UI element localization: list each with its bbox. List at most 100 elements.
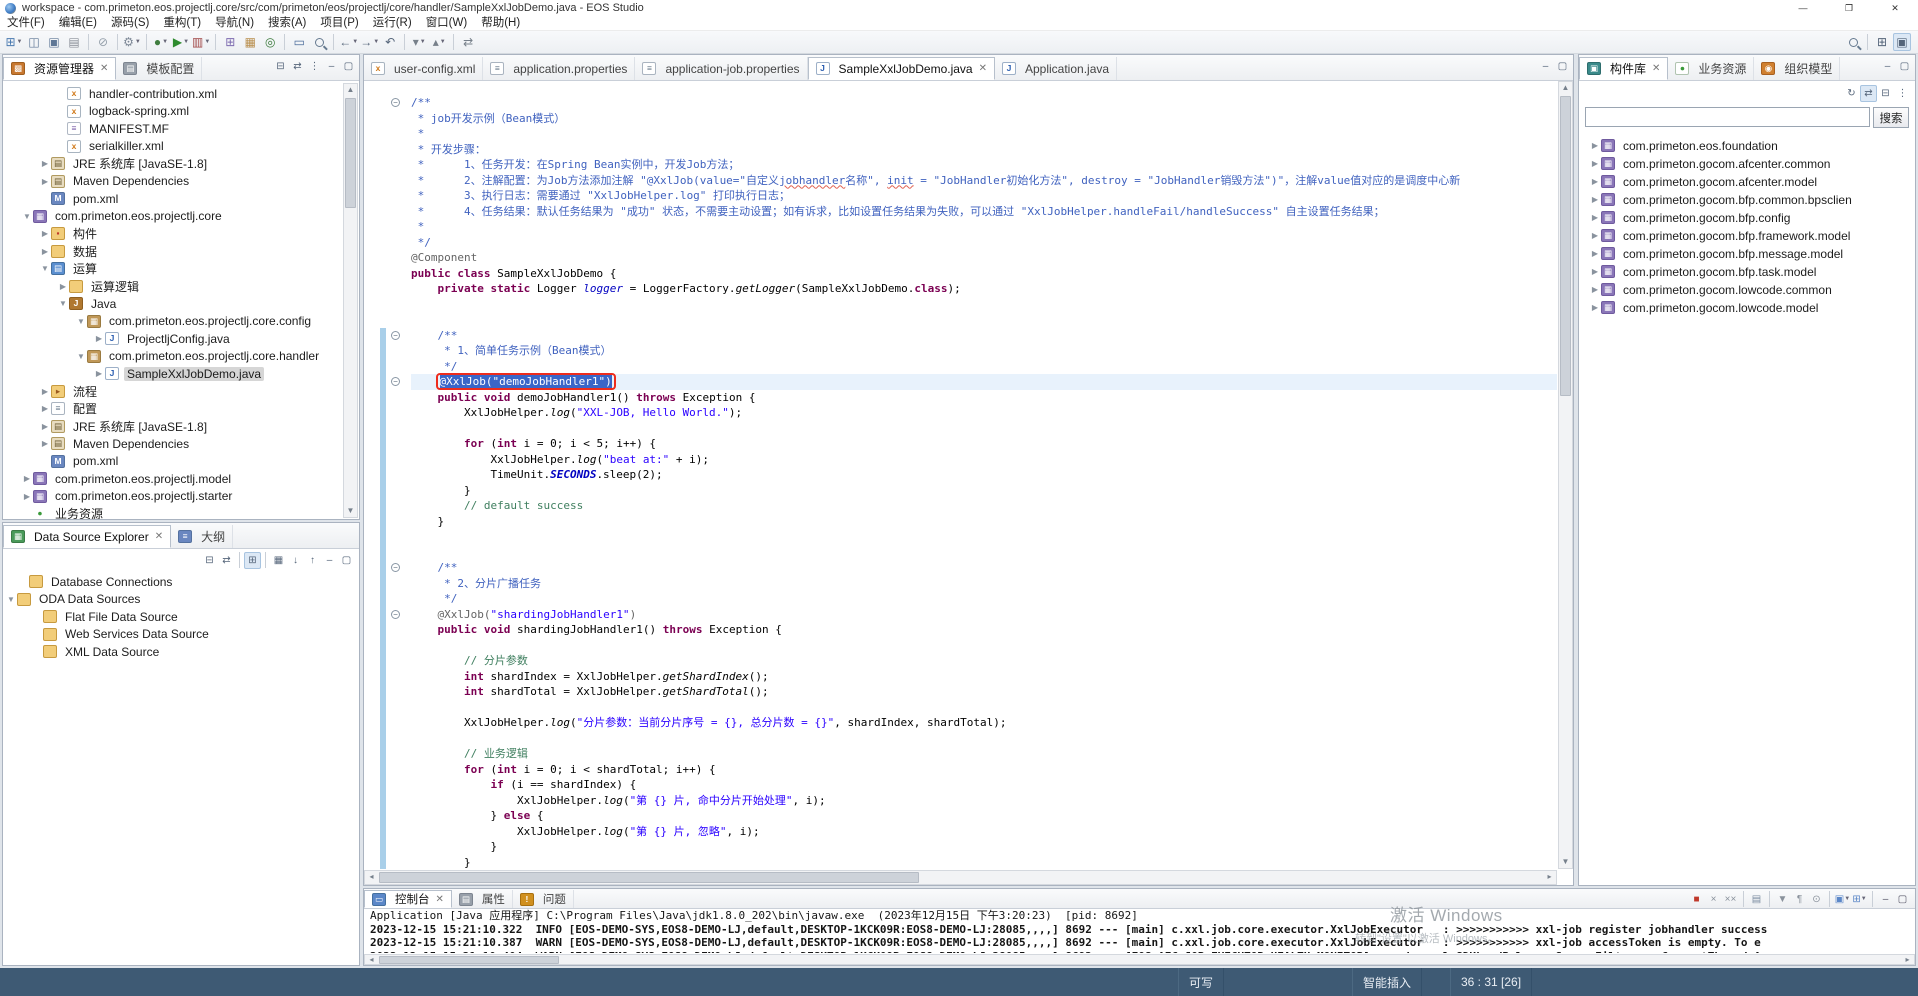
- maximize-view-icon[interactable]: ▢: [1554, 58, 1571, 75]
- tree-item-com.primeton.eos.projectlj.starter[interactable]: ▶▦com.primeton.eos.projectlj.starter: [3, 488, 343, 505]
- refresh-icon[interactable]: ↻: [1843, 85, 1860, 102]
- chevron-collapsed-icon[interactable]: ▶: [39, 404, 51, 413]
- chevron-collapsed-icon[interactable]: ▶: [1589, 177, 1601, 186]
- link-with-editor-icon[interactable]: ⇄: [289, 58, 306, 75]
- tree-item-com.primeton.eos.projectlj.model[interactable]: ▶▦com.primeton.eos.projectlj.model: [3, 470, 343, 487]
- explorer-vertical-scrollbar[interactable]: ▲ ▼: [343, 83, 358, 518]
- artifacts-tab-组织模型[interactable]: ◉组织模型: [1754, 57, 1840, 80]
- scroll-down-arrow[interactable]: ▼: [344, 505, 357, 517]
- maximize-view-icon[interactable]: ▢: [338, 552, 355, 569]
- maximize-view-icon[interactable]: ▢: [340, 58, 357, 75]
- chevron-collapsed-icon[interactable]: ▶: [39, 177, 51, 186]
- tree-item-com.primeton.gocom.bfp.framework.model[interactable]: ▶▦com.primeton.gocom.bfp.framework.model: [1579, 227, 1915, 244]
- code-editor[interactable]: −−−−− /** * job开发示例（Bean模式） * * 开发步骤： * …: [364, 81, 1573, 869]
- chevron-collapsed-icon[interactable]: ▶: [1589, 285, 1601, 294]
- tree-item-Maven Dependencies[interactable]: ▶▤Maven Dependencies: [3, 173, 343, 190]
- tree-item-com.primeton.eos.foundation[interactable]: ▶▦com.primeton.eos.foundation: [1579, 137, 1915, 154]
- console-tab-控制台[interactable]: ▭控制台✕: [364, 890, 452, 908]
- artifacts-tab-构件库[interactable]: ▣构件库✕: [1579, 57, 1668, 80]
- editor-tab-user-config.xml[interactable]: xuser-config.xml: [364, 57, 483, 80]
- scrollbar-thumb[interactable]: [379, 956, 559, 964]
- tree-item-com.primeton.eos.projectlj.core[interactable]: ▼▦com.primeton.eos.projectlj.core: [3, 208, 343, 225]
- collapse-all-icon[interactable]: ⊟: [1877, 85, 1894, 102]
- tree-item-MANIFEST.MF[interactable]: ≡MANIFEST.MF: [3, 120, 343, 137]
- tree-item-com.primeton.gocom.afcenter.common[interactable]: ▶▦com.primeton.gocom.afcenter.common: [1579, 155, 1915, 172]
- menu-项目P[interactable]: 项目(P): [313, 16, 365, 31]
- menu-搜索A[interactable]: 搜索(A): [261, 16, 313, 31]
- search-icon[interactable]: [310, 33, 328, 51]
- console-output[interactable]: Application [Java 应用程序] C:\Program Files…: [364, 909, 1915, 953]
- tree-item-com.primeton.gocom.afcenter.model[interactable]: ▶▦com.primeton.gocom.afcenter.model: [1579, 173, 1915, 190]
- last-edit-location-icon[interactable]: ↶: [381, 33, 399, 51]
- menu-编辑E[interactable]: 编辑(E): [52, 16, 104, 31]
- word-wrap-icon[interactable]: ¶: [1791, 891, 1808, 908]
- scroll-down-arrow[interactable]: ▼: [1559, 856, 1572, 868]
- chevron-collapsed-icon[interactable]: ▶: [1589, 213, 1601, 222]
- skip-all-breakpoints-icon[interactable]: ⊘: [94, 33, 112, 51]
- tree-item-Web Services Data Source[interactable]: Web Services Data Source: [3, 626, 359, 643]
- new-java-project-icon[interactable]: ⊞: [221, 33, 239, 51]
- chevron-collapsed-icon[interactable]: ▶: [39, 229, 51, 238]
- new-wizard-icon[interactable]: ⊞▼: [5, 33, 23, 51]
- new-connection-profile-icon[interactable]: ⊞: [244, 552, 261, 569]
- tree-item-ODA Data Sources[interactable]: ▼ODA Data Sources: [3, 591, 359, 608]
- editor-tab-application.properties[interactable]: ≡application.properties: [483, 57, 635, 80]
- link-with-editor-icon[interactable]: ⇄: [1860, 85, 1877, 102]
- maximize-view-icon[interactable]: ▢: [1896, 58, 1913, 75]
- close-icon[interactable]: ✕: [155, 531, 163, 542]
- menu-文件F[interactable]: 文件(F): [0, 16, 52, 31]
- minimize-view-icon[interactable]: –: [323, 58, 340, 75]
- tree-item-数据[interactable]: ▶数据: [3, 243, 343, 260]
- import-profile-icon[interactable]: ↓: [287, 552, 304, 569]
- tree-item-Java[interactable]: ▼JJava: [3, 295, 343, 312]
- minimize-view-icon[interactable]: –: [1537, 58, 1554, 75]
- tree-item-logback-spring.xml[interactable]: xlogback-spring.xml: [3, 103, 343, 120]
- next-annotation-icon[interactable]: ▾▼: [410, 33, 428, 51]
- previous-annotation-icon[interactable]: ▴▼: [430, 33, 448, 51]
- chevron-collapsed-icon[interactable]: ▶: [21, 474, 33, 483]
- tree-item-业务资源[interactable]: ●业务资源: [3, 505, 343, 519]
- view-menu-icon[interactable]: ⋮: [306, 58, 323, 75]
- scroll-left-arrow[interactable]: ◂: [365, 955, 378, 965]
- new-java-class-icon[interactable]: ◎: [261, 33, 279, 51]
- explorer-tab-资源管理器[interactable]: ▩资源管理器✕: [3, 57, 116, 80]
- tree-item-com.primeton.eos.projectlj.core.config[interactable]: ▼▦com.primeton.eos.projectlj.core.config: [3, 313, 343, 330]
- chevron-collapsed-icon[interactable]: ▶: [39, 247, 51, 256]
- tree-item-JRE 系统库 [JavaSE-1.8][interactable]: ▶▤JRE 系统库 [JavaSE-1.8]: [3, 155, 343, 172]
- link-with-editor-icon[interactable]: ⇄: [218, 552, 235, 569]
- chevron-collapsed-icon[interactable]: ▶: [1589, 303, 1601, 312]
- chevron-collapsed-icon[interactable]: ▶: [93, 334, 105, 343]
- fold-collapse-icon[interactable]: −: [391, 98, 400, 107]
- tree-item-Flat File Data Source[interactable]: Flat File Data Source: [3, 608, 359, 625]
- chevron-expanded-icon[interactable]: ▼: [75, 352, 87, 361]
- minimize-view-icon[interactable]: –: [321, 552, 338, 569]
- chevron-collapsed-icon[interactable]: ▶: [39, 422, 51, 431]
- explorer-tab-模板配置[interactable]: ▤模板配置: [116, 57, 202, 80]
- back-icon[interactable]: ←▼: [339, 33, 358, 51]
- chevron-collapsed-icon[interactable]: ▶: [39, 159, 51, 168]
- tree-item-com.primeton.eos.projectlj.core.handler[interactable]: ▼▦com.primeton.eos.projectlj.core.handle…: [3, 348, 343, 365]
- minimize-view-icon[interactable]: –: [1879, 58, 1896, 75]
- scroll-right-arrow[interactable]: ▸: [1543, 871, 1556, 883]
- java-perspective-icon[interactable]: ▣: [1893, 33, 1911, 51]
- fold-collapse-icon[interactable]: −: [391, 331, 400, 340]
- display-selected-console-icon[interactable]: ▣▼: [1834, 891, 1851, 908]
- forward-icon[interactable]: →▼: [360, 33, 379, 51]
- scrollbar-thumb[interactable]: [379, 872, 919, 883]
- fold-collapse-icon[interactable]: −: [391, 563, 400, 572]
- fold-margin[interactable]: −−−−−: [364, 81, 408, 869]
- tree-item-Database Connections[interactable]: Database Connections: [3, 573, 359, 590]
- chevron-collapsed-icon[interactable]: ▶: [57, 282, 69, 291]
- link-with-editor-icon[interactable]: ⇄: [459, 33, 477, 51]
- close-icon[interactable]: ✕: [1652, 63, 1660, 74]
- clear-console-icon[interactable]: ▤: [1748, 891, 1765, 908]
- close-icon[interactable]: ✕: [979, 63, 987, 74]
- tree-item-运算[interactable]: ▼▤运算: [3, 260, 343, 277]
- chevron-collapsed-icon[interactable]: ▶: [39, 387, 51, 396]
- tree-item-pom.xml[interactable]: Mpom.xml: [3, 453, 343, 470]
- menu-源码S[interactable]: 源码(S): [104, 16, 156, 31]
- minimize-view-icon[interactable]: –: [1877, 891, 1894, 908]
- search-button[interactable]: 搜索: [1873, 107, 1909, 128]
- view-menu-icon[interactable]: ⋮: [1894, 85, 1911, 102]
- scroll-right-arrow[interactable]: ▸: [1901, 955, 1914, 965]
